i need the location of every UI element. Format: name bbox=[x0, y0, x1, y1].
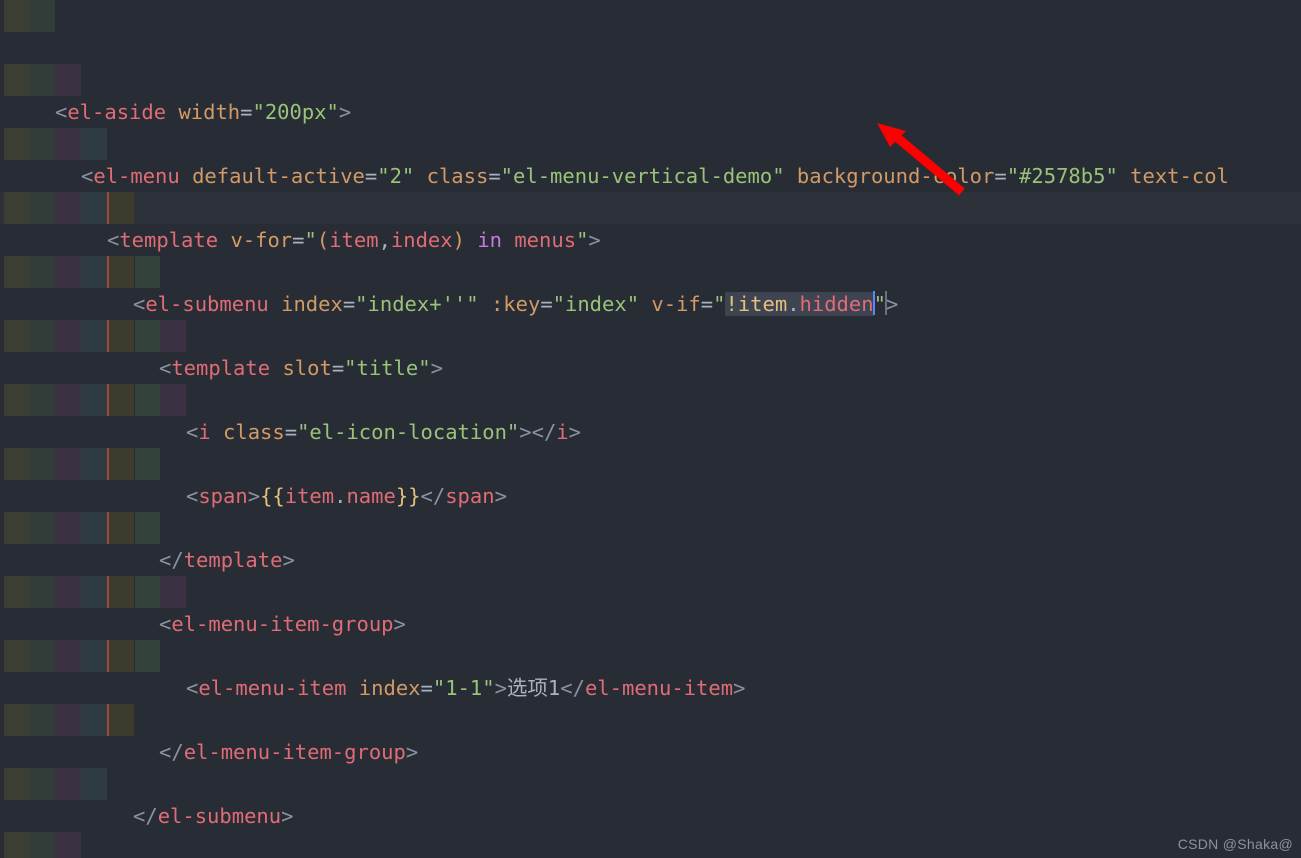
code-line-5[interactable]: <template slot="title"> bbox=[0, 256, 1301, 380]
selected-text[interactable]: !item.hidden bbox=[725, 292, 874, 316]
code-editor[interactable]: <el-aside width="200px"> <el-menu defaul… bbox=[0, 0, 1301, 858]
indent-guides bbox=[0, 448, 161, 480]
code-line-9[interactable]: <el-menu-item-group> bbox=[0, 512, 1301, 636]
code-line-text: <i class="el-icon-location"></i> bbox=[186, 420, 581, 444]
code-line-10[interactable]: <el-menu-item index="1-1">选项1</el-menu-i… bbox=[0, 576, 1301, 700]
code-line-4[interactable]: <el-submenu index="index+''" :key="index… bbox=[0, 192, 1301, 316]
indent-guides bbox=[0, 192, 135, 224]
code-line-text: <template slot="title"> bbox=[159, 356, 443, 380]
indent-guides bbox=[0, 384, 186, 416]
indent-guides bbox=[0, 832, 99, 858]
csdn-watermark: CSDN @Shaka@ bbox=[1177, 836, 1293, 852]
code-line-14[interactable]: </el-menu> bbox=[0, 832, 1301, 858]
indent-guides bbox=[0, 512, 161, 544]
indent-guides bbox=[0, 256, 161, 288]
code-line-3[interactable]: <template v-for="(item,index) in menus"> bbox=[0, 128, 1301, 252]
code-line-13[interactable]: </template> bbox=[0, 768, 1301, 800]
code-line-text: <el-menu default-active="2" class="el-me… bbox=[81, 164, 1229, 188]
code-line-text: </el-menu-item-group> bbox=[159, 740, 419, 764]
code-line-6[interactable]: <i class="el-icon-location"></i> bbox=[0, 320, 1301, 444]
indent-guides bbox=[0, 64, 99, 96]
indent-guides bbox=[0, 768, 107, 800]
indent-guides bbox=[0, 0, 99, 32]
code-line-text: <template v-for="(item,index) in menus"> bbox=[107, 228, 601, 252]
code-line-text: <el-aside width="200px"> bbox=[55, 100, 352, 124]
code-line-text: <el-menu-item-group> bbox=[159, 612, 406, 636]
indent-guides bbox=[0, 576, 186, 608]
code-line-11[interactable]: </el-menu-item-group> bbox=[0, 640, 1301, 764]
code-line-text: <span>{{item.name}}</span> bbox=[186, 484, 507, 508]
code-line-8[interactable]: </template> bbox=[0, 448, 1301, 572]
indent-guides bbox=[0, 704, 135, 736]
code-line-text: <el-submenu index="index+''" :key="index… bbox=[133, 291, 899, 316]
code-line-12[interactable]: </el-submenu> bbox=[0, 704, 1301, 828]
code-lines-container[interactable]: <el-aside width="200px"> <el-menu defaul… bbox=[0, 0, 1301, 858]
code-line-7[interactable]: <span>{{item.name}}</span> bbox=[0, 384, 1301, 508]
code-line-text: </template> bbox=[159, 548, 295, 572]
code-line-text: <el-menu-item index="1-1">选项1</el-menu-i… bbox=[186, 676, 746, 700]
code-line-text: </el-submenu> bbox=[133, 804, 294, 828]
indent-guides bbox=[0, 128, 107, 160]
indent-guides bbox=[0, 320, 186, 352]
code-line-2[interactable]: <el-menu default-active="2" class="el-me… bbox=[0, 64, 1301, 188]
indent-guides bbox=[0, 640, 161, 672]
code-line-1[interactable]: <el-aside width="200px"> bbox=[0, 0, 1301, 124]
